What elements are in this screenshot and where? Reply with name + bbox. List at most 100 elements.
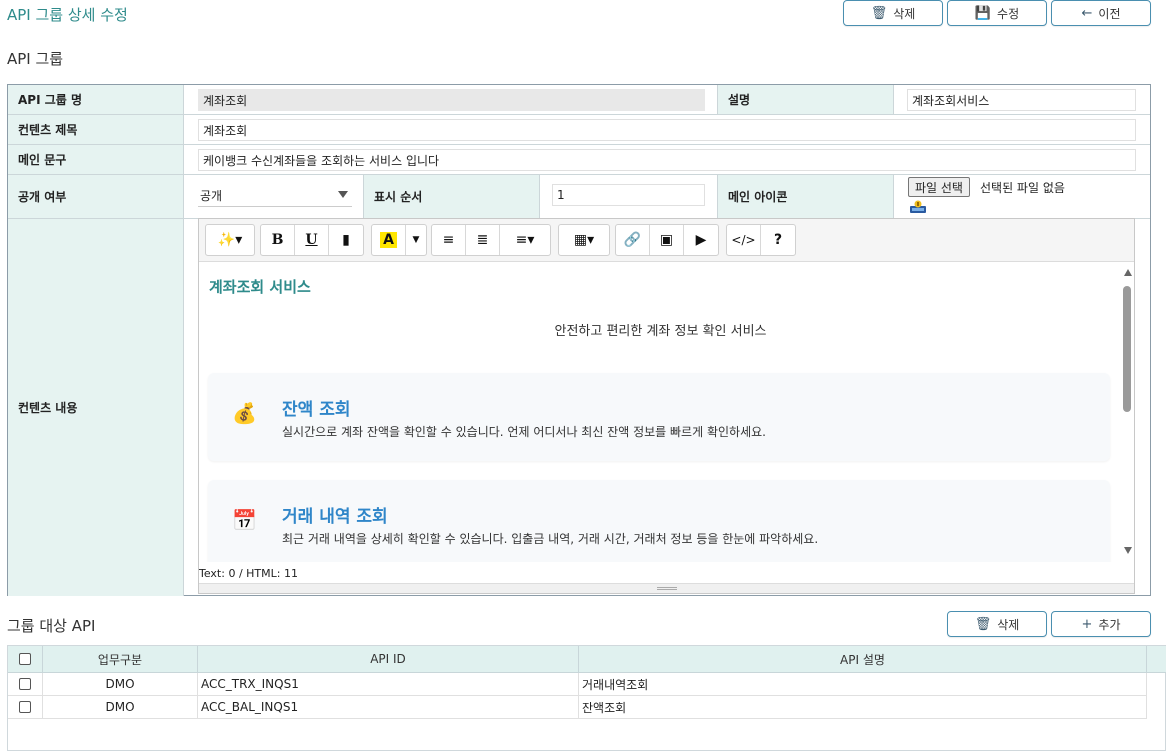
underline-button[interactable]: U bbox=[295, 225, 329, 255]
font-style-group: B U ▮ bbox=[260, 224, 364, 256]
content-title-label: 컨텐츠 제목 bbox=[8, 115, 184, 145]
bold-icon: B bbox=[271, 232, 284, 248]
scroll-down-icon[interactable] bbox=[1124, 547, 1132, 554]
select-all-cell bbox=[8, 646, 43, 673]
delete-button-label: 삭제 bbox=[893, 6, 916, 21]
eraser-icon: ▮ bbox=[342, 232, 350, 248]
image-button[interactable]: ▣ bbox=[650, 225, 684, 255]
add-api-button[interactable]: + 추가 bbox=[1051, 611, 1151, 637]
ordered-list-button[interactable]: ≣ bbox=[466, 225, 500, 255]
group-section-heading: API 그룹 bbox=[7, 50, 64, 68]
color-dropdown-button[interactable]: ▼ bbox=[406, 225, 426, 255]
align-button[interactable]: ≡▾ bbox=[500, 225, 550, 255]
code-view-button[interactable]: </> bbox=[727, 225, 761, 255]
content-subtitle: 안전하고 편리한 계좌 정보 확인 서비스 bbox=[554, 324, 767, 339]
video-icon: ▶ bbox=[695, 232, 707, 248]
eraser-button[interactable]: ▮ bbox=[329, 225, 363, 255]
floppy-disk-icon: 💾 bbox=[974, 5, 992, 21]
table-cell: 잔액조회 bbox=[579, 696, 1147, 719]
public-select-value: 공개 bbox=[200, 189, 223, 203]
group-name-label: API 그룹 명 bbox=[8, 85, 184, 115]
main-text-label: 메인 문구 bbox=[8, 145, 184, 175]
description-label: 설명 bbox=[718, 85, 894, 115]
row-checkbox-cell bbox=[8, 696, 43, 719]
magic-wand-button[interactable]: ✨▾ bbox=[206, 225, 254, 255]
feature-card: 💰 잔액 조회 실시간으로 계좌 잔액을 확인할 수 있습니다. 언제 어디서나… bbox=[208, 373, 1110, 461]
underline-icon: U bbox=[305, 232, 318, 248]
editor-resize-handle[interactable] bbox=[199, 583, 1134, 593]
card-description: 실시간으로 계좌 잔액을 확인할 수 있습니다. 언제 어디서나 최신 잔액 정… bbox=[282, 425, 766, 439]
table-icon: ▦▾ bbox=[573, 232, 595, 248]
image-icon: ▣ bbox=[659, 232, 674, 248]
content-title-field[interactable]: 계좌조회 bbox=[198, 119, 1136, 141]
card-description: 최근 거래 내역을 상세히 확인할 수 있습니다. 입출금 내역, 거래 시간,… bbox=[282, 532, 819, 546]
row-checkbox-cell bbox=[8, 673, 43, 696]
delete-button[interactable]: 🗑 삭제 bbox=[843, 0, 943, 26]
content-label: 컨텐츠 내용 bbox=[8, 219, 184, 596]
back-button[interactable]: ← 이전 bbox=[1051, 0, 1151, 26]
editor-scrollbar[interactable] bbox=[1121, 262, 1134, 562]
calendar-icon: 📅 bbox=[232, 508, 257, 532]
bullet-list-button[interactable]: ≡ bbox=[432, 225, 466, 255]
editor-status: Text: 0 / HTML: 11 bbox=[199, 562, 1122, 584]
save-button-label: 수정 bbox=[997, 6, 1020, 21]
api-delete-button[interactable]: 🗑 삭제 bbox=[947, 611, 1047, 637]
table-group: ▦▾ bbox=[558, 224, 610, 256]
link-button[interactable]: 🔗 bbox=[616, 225, 650, 255]
ordered-list-icon: ≣ bbox=[476, 232, 489, 248]
highlight-icon: A bbox=[380, 232, 397, 248]
scroll-thumb[interactable] bbox=[1123, 286, 1131, 412]
page-title: API 그룹 상세 수정 bbox=[7, 6, 128, 24]
scroll-up-icon[interactable] bbox=[1124, 269, 1132, 276]
view-group: </> ? bbox=[726, 224, 796, 256]
api-delete-button-label: 삭제 bbox=[997, 617, 1020, 632]
editor-toolbar: ✨▾ B U ▮ A ▼ ≡ ≣ ≡▾ ▦▾ 🔗 ▣ ▶ </> ? bbox=[199, 219, 1134, 262]
order-label: 표시 순서 bbox=[364, 175, 540, 219]
order-field[interactable]: 1 bbox=[552, 184, 705, 206]
row-checkbox[interactable] bbox=[19, 678, 31, 690]
row-checkbox[interactable] bbox=[19, 701, 31, 713]
file-status-text: 선택된 파일 없음 bbox=[980, 181, 1065, 195]
column-header[interactable]: API 설명 bbox=[579, 646, 1147, 673]
api-table: 업무구분 API ID API 설명 DMO ACC_TRX_INQS1 거래내… bbox=[7, 645, 1166, 751]
caret-down-icon: ▼ bbox=[412, 235, 420, 245]
insert-group: 🔗 ▣ ▶ bbox=[615, 224, 719, 256]
color-group: A ▼ bbox=[371, 224, 427, 256]
content-editor[interactable]: ✨▾ B U ▮ A ▼ ≡ ≣ ≡▾ ▦▾ 🔗 ▣ ▶ </> ? 계좌조회 bbox=[198, 218, 1135, 594]
plus-icon: + bbox=[1081, 616, 1093, 632]
bold-button[interactable]: B bbox=[261, 225, 295, 255]
save-button[interactable]: 💾 수정 bbox=[947, 0, 1047, 26]
add-api-button-label: 추가 bbox=[1098, 617, 1121, 632]
help-button[interactable]: ? bbox=[761, 225, 795, 255]
file-select-button[interactable]: 파일 선택 bbox=[908, 177, 970, 197]
table-button[interactable]: ▦▾ bbox=[559, 225, 609, 255]
arrow-left-icon: ← bbox=[1081, 5, 1093, 21]
trash-icon: 🗑 bbox=[974, 616, 992, 632]
code-icon: </> bbox=[731, 233, 756, 247]
back-button-label: 이전 bbox=[1098, 6, 1121, 21]
bank-icon bbox=[909, 200, 927, 214]
editor-content-area[interactable]: 계좌조회 서비스 안전하고 편리한 계좌 정보 확인 서비스 💰 잔액 조회 실… bbox=[199, 262, 1122, 562]
table-cell: 거래내역조회 bbox=[579, 673, 1147, 696]
grip-icon bbox=[656, 587, 677, 590]
video-button[interactable]: ▶ bbox=[684, 225, 718, 255]
card-title: 잔액 조회 bbox=[282, 400, 351, 420]
table-cell: DMO bbox=[43, 673, 198, 696]
feature-card: 📅 거래 내역 조회 최근 거래 내역을 상세히 확인할 수 있습니다. 입출금… bbox=[208, 480, 1110, 562]
description-field[interactable]: 계좌조회서비스 bbox=[907, 89, 1136, 111]
table-cell: ACC_TRX_INQS1 bbox=[198, 673, 579, 696]
trash-icon: 🗑 bbox=[870, 5, 888, 21]
table-cell: ACC_BAL_INQS1 bbox=[198, 696, 579, 719]
api-section-heading: 그룹 대상 API bbox=[7, 617, 96, 635]
public-select[interactable]: 공개 bbox=[198, 185, 352, 207]
column-header[interactable]: 업무구분 bbox=[43, 646, 198, 673]
select-all-checkbox[interactable] bbox=[19, 653, 31, 665]
group-name-field: 계좌조회 bbox=[198, 89, 705, 111]
text-color-button[interactable]: A bbox=[372, 225, 406, 255]
public-label: 공개 여부 bbox=[8, 175, 184, 219]
main-text-field[interactable]: 케이뱅크 수신계좌들을 조회하는 서비스 입니다 bbox=[198, 149, 1136, 171]
column-header[interactable]: API ID bbox=[198, 646, 579, 673]
question-icon: ? bbox=[773, 232, 783, 248]
icon-label: 메인 아이콘 bbox=[718, 175, 894, 219]
style-group: ✨▾ bbox=[205, 224, 255, 256]
